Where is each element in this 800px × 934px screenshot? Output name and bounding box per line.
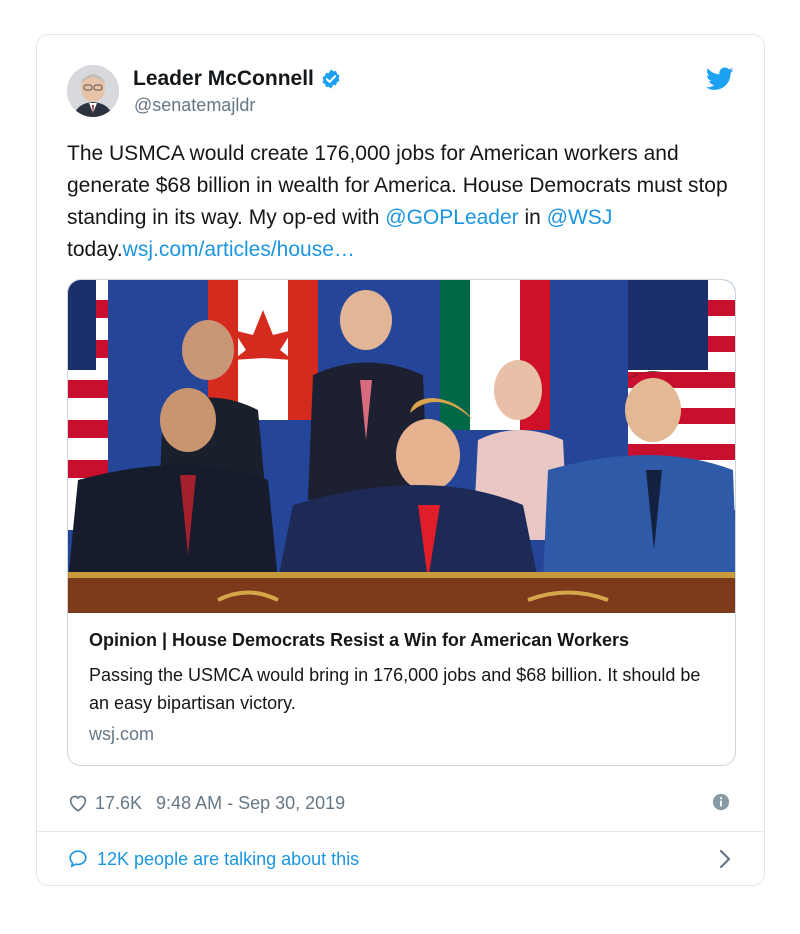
- conversation-link[interactable]: 12K people are talking about this: [67, 843, 732, 875]
- twitter-bird-icon[interactable]: [706, 67, 734, 91]
- mention-wsj[interactable]: @WSJ: [547, 206, 613, 229]
- like-count[interactable]: 17.6K: [95, 793, 142, 814]
- card-description[interactable]: Passing the USMCA would bring in 176,000…: [89, 661, 719, 717]
- card-image[interactable]: [68, 280, 736, 613]
- article-url-link[interactable]: wsj.com/articles/house…: [123, 238, 355, 261]
- tweet-meta: 17.6K 9:48 AM - Sep 30, 2019: [67, 789, 345, 817]
- card-domain[interactable]: wsj.com: [89, 724, 154, 745]
- author-handle[interactable]: @senatemajldr: [134, 95, 255, 116]
- speech-bubble-icon: [69, 850, 87, 868]
- tweet-text-today: today.: [67, 238, 123, 261]
- card-title[interactable]: Opinion | House Democrats Resist a Win f…: [89, 630, 629, 651]
- avatar[interactable]: [67, 65, 119, 117]
- embedded-tweet[interactable]: Leader McConnell @senatemajldr The USMCA…: [36, 34, 765, 886]
- heart-icon[interactable]: [67, 792, 89, 814]
- tweet-text: The USMCA would create 176,000 jobs for …: [67, 138, 737, 266]
- divider: [37, 831, 764, 832]
- tweet-timestamp[interactable]: 9:48 AM - Sep 30, 2019: [156, 793, 345, 814]
- tweet-text-in: in: [518, 206, 547, 229]
- author-display-name[interactable]: Leader McConnell: [133, 67, 314, 91]
- chevron-right-icon[interactable]: [718, 848, 732, 870]
- author-name[interactable]: Leader McConnell: [133, 67, 342, 91]
- verified-badge-icon: [322, 69, 340, 89]
- mention-gopleader[interactable]: @GOPLeader: [385, 206, 518, 229]
- link-preview-card[interactable]: Opinion | House Democrats Resist a Win f…: [67, 279, 736, 766]
- conversation-label[interactable]: 12K people are talking about this: [97, 849, 359, 870]
- info-icon[interactable]: [712, 793, 730, 811]
